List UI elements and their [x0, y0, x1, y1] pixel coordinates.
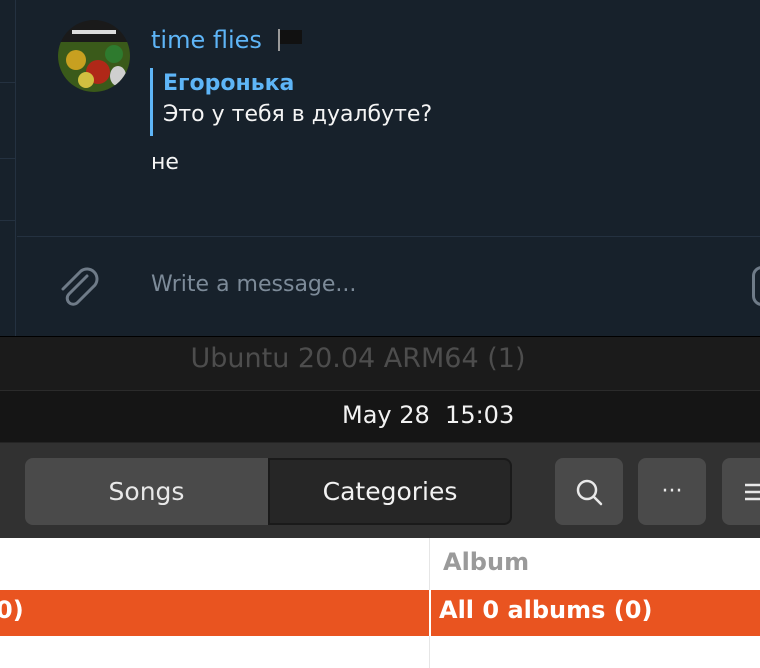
paperclip-icon[interactable] — [54, 262, 104, 312]
chat-list-edge — [0, 0, 16, 336]
emoji-icon[interactable] — [752, 266, 760, 306]
message-input[interactable]: Write a message... — [151, 272, 356, 297]
category-browser: Album 0) All 0 albums (0) — [0, 538, 760, 668]
more-icon: ··· — [661, 479, 683, 504]
rhythmbox-header: Songs Categories ··· — [0, 442, 760, 538]
album-all-cell[interactable]: All 0 albums (0) — [439, 596, 652, 624]
sender-avatar[interactable] — [58, 20, 130, 92]
compose-bar — [17, 237, 760, 336]
menu-button[interactable] — [722, 458, 760, 525]
black-flag-icon — [276, 28, 306, 52]
reply-author: Егоронька — [163, 71, 295, 96]
album-column-header[interactable]: Album — [443, 548, 529, 576]
more-button[interactable]: ··· — [638, 458, 706, 525]
tab-songs[interactable]: Songs — [25, 458, 268, 525]
selected-row[interactable]: 0) All 0 albums (0) — [0, 590, 760, 636]
reply-quote[interactable]: Егоронька Это у тебя в дуалбуте? — [150, 68, 432, 136]
clock[interactable]: May 28 15:03 — [342, 401, 514, 429]
vm-window-title: Ubuntu 20.04 ARM64 (1) — [190, 343, 526, 374]
vm-window-titlebar: Ubuntu 20.04 ARM64 (1) — [0, 336, 760, 390]
search-icon — [576, 479, 603, 505]
artist-all-cell[interactable]: 0) — [0, 596, 24, 624]
ubuntu-top-bar: May 28 15:03 — [0, 390, 760, 442]
sender-name[interactable]: time flies — [151, 26, 262, 54]
tab-categories[interactable]: Categories — [268, 458, 512, 525]
search-button[interactable] — [555, 458, 623, 525]
telegram-chat: time flies Егоронька Это у тебя в дуалбу… — [0, 0, 760, 336]
menu-icon — [745, 483, 760, 500]
message-text: не — [151, 150, 179, 175]
reply-text: Это у тебя в дуалбуте? — [163, 102, 433, 127]
